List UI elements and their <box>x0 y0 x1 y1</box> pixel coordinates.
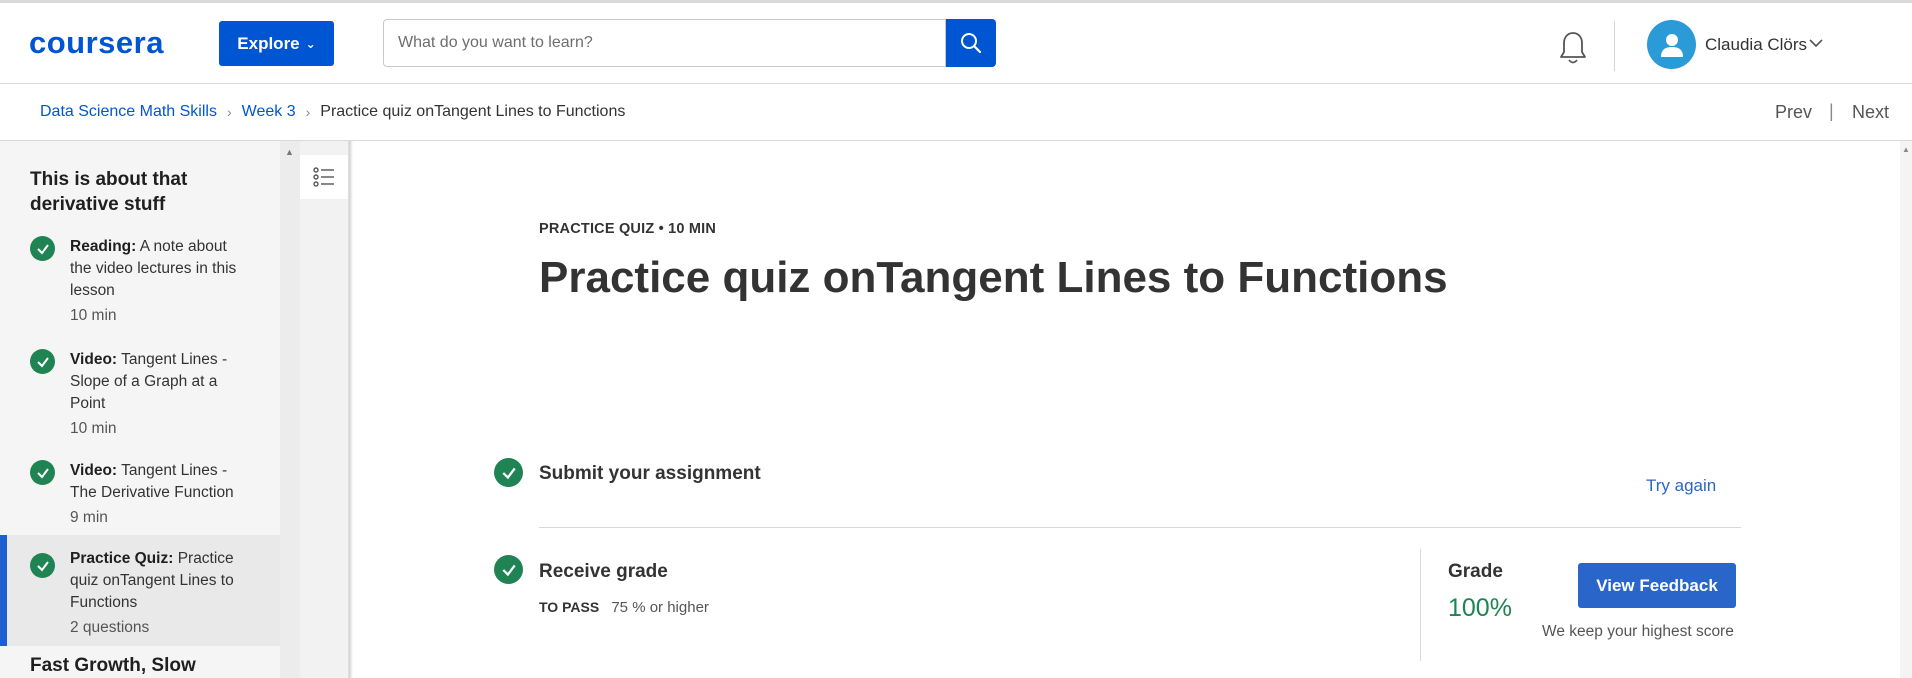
chevron-down-icon[interactable] <box>1808 36 1824 54</box>
breadcrumb-course-link[interactable]: Data Science Math Skills <box>40 103 217 121</box>
outline-toggle-button[interactable] <box>300 155 348 199</box>
breadcrumb-current: Practice quiz onTangent Lines to Functio… <box>320 103 626 120</box>
check-icon <box>30 460 55 485</box>
main-scrollbar[interactable]: ▲ <box>1900 141 1912 678</box>
prev-link[interactable]: Prev <box>1775 102 1812 123</box>
check-icon <box>494 555 523 584</box>
sidebar-item-meta: 10 min <box>70 420 117 437</box>
pass-requirement: TO PASS 75 % or higher <box>539 599 709 616</box>
check-icon <box>30 349 55 374</box>
scroll-up-icon[interactable]: ▲ <box>1902 145 1910 154</box>
coursera-logo[interactable]: coursera <box>29 25 164 61</box>
sidebar-item-video-1[interactable]: Video: Tangent Lines - Slope of a Graph … <box>0 349 280 443</box>
bell-icon <box>1560 32 1586 64</box>
try-again-link[interactable]: Try again <box>1646 476 1716 496</box>
highest-score-note: We keep your highest score <box>1542 623 1734 640</box>
nav-separator: | <box>1829 101 1834 121</box>
search-button[interactable] <box>946 19 996 67</box>
breadcrumb-bar: Data Science Math Skills › Week 3 › Prac… <box>0 84 1912 141</box>
sidebar-scrollbar[interactable]: ▲ <box>280 141 300 678</box>
chevron-right-icon: › <box>226 104 232 120</box>
list-icon <box>313 167 334 187</box>
item-eyebrow: PRACTICE QUIZ • 10 MIN <box>539 221 717 237</box>
top-navigation-bar: coursera Explore ⌄ Claudia Clörs <box>0 3 1912 84</box>
outline-column <box>300 141 349 678</box>
sidebar-item-reading[interactable]: Reading: A note about the video lectures… <box>0 236 280 330</box>
sidebar-item-practice-quiz[interactable]: Practice Quiz: Practice quiz onTangent L… <box>0 535 280 646</box>
sidebar-item-type: Practice Quiz: <box>70 550 174 567</box>
explore-button[interactable]: Explore ⌄ <box>219 21 334 66</box>
explore-label: Explore <box>237 33 300 53</box>
grade-value: 100% <box>1448 594 1512 622</box>
user-icon <box>1660 33 1683 57</box>
check-icon <box>30 553 55 578</box>
to-pass-label: TO PASS <box>539 599 600 615</box>
sidebar-section-title: This is about that derivative stuff <box>30 169 188 215</box>
search-input[interactable] <box>383 19 946 67</box>
check-icon <box>494 458 523 487</box>
header-divider <box>1614 21 1615 71</box>
sidebar-item-type: Video: <box>70 462 118 479</box>
sidebar-item-meta: 2 questions <box>70 619 150 636</box>
chevron-down-icon: ⌄ <box>305 36 316 51</box>
sidebar-item-meta: 9 min <box>70 509 108 526</box>
step-divider <box>539 527 1741 528</box>
receive-grade-label: Receive grade <box>539 561 668 582</box>
user-name[interactable]: Claudia Clörs <box>1705 35 1807 55</box>
grade-divider <box>1420 549 1421 661</box>
page-title: Practice quiz onTangent Lines to Functio… <box>539 253 1448 302</box>
scroll-up-icon[interactable]: ▲ <box>285 147 294 157</box>
sidebar-item-type: Reading: <box>70 238 137 255</box>
chevron-right-icon: › <box>305 104 311 120</box>
sidebar-item-type: Video: <box>70 351 118 368</box>
to-pass-value: 75 % or higher <box>611 599 709 616</box>
main-content: PRACTICE QUIZ • 10 MIN Practice quiz onT… <box>353 141 1900 678</box>
sidebar-next-section-title[interactable]: Fast Growth, Slow <box>30 655 196 677</box>
notifications-button[interactable] <box>1558 30 1588 66</box>
sidebar-item-video-2[interactable]: Video: Tangent Lines - The Derivative Fu… <box>0 460 280 532</box>
next-link[interactable]: Next <box>1852 102 1889 123</box>
submit-step-label: Submit your assignment <box>539 463 761 484</box>
breadcrumb: Data Science Math Skills › Week 3 › Prac… <box>40 103 625 121</box>
breadcrumb-week-link[interactable]: Week 3 <box>242 103 296 121</box>
grade-label: Grade <box>1448 561 1503 582</box>
user-avatar[interactable] <box>1647 20 1696 69</box>
check-icon <box>30 236 55 261</box>
course-sidebar: This is about that derivative stuff Read… <box>0 141 280 678</box>
sidebar-item-meta: 10 min <box>70 307 117 324</box>
search-icon <box>961 33 982 54</box>
view-feedback-button[interactable]: View Feedback <box>1578 563 1736 608</box>
